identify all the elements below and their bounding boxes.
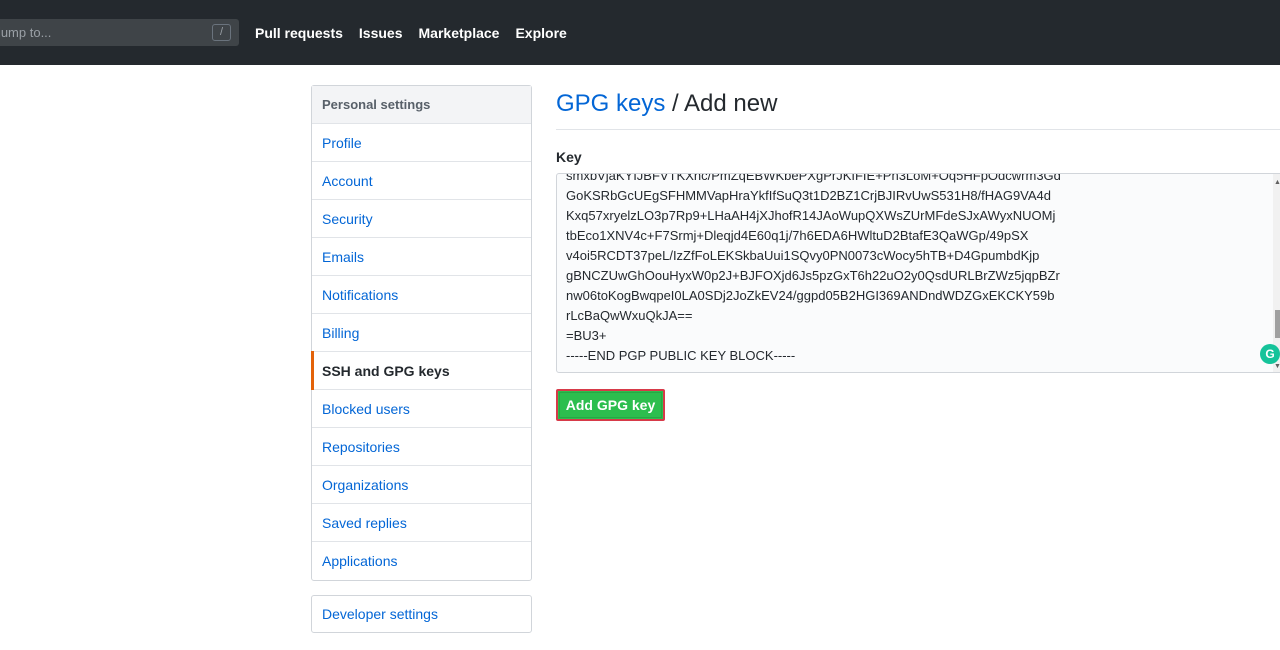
nav-explore[interactable]: Explore [515,25,566,41]
nav-marketplace[interactable]: Marketplace [419,25,500,41]
sidebar-item-emails[interactable]: Emails [312,238,531,276]
sidebar-item-developer-settings[interactable]: Developer settings [312,596,531,632]
key-label: Key [556,149,582,165]
settings-sidebar: Personal settings Profile Account Securi… [311,85,532,581]
nav-issues[interactable]: Issues [359,25,403,41]
key-textarea-content: smxbVjaKYIJBFVTKXnc/PmZqEBWKbePXgPrJKIFI… [566,173,1061,363]
sidebar-item-blocked-users[interactable]: Blocked users [312,390,531,428]
developer-settings-box: Developer settings [311,595,532,633]
sidebar-item-account[interactable]: Account [312,162,531,200]
sidebar-item-ssh-gpg-keys[interactable]: SSH and GPG keys [311,351,531,390]
sidebar-item-security[interactable]: Security [312,200,531,238]
search-placeholder: r jump to... [0,25,52,40]
scroll-thumb[interactable] [1275,310,1280,338]
top-header: r jump to... / Pull requests Issues Mark… [0,0,1280,65]
key-textarea[interactable]: smxbVjaKYIJBFVTKXnc/PmZqEBWKbePXgPrJKIFI… [556,173,1280,373]
page-title: GPG keys / Add new [556,90,777,118]
sidebar-item-organizations[interactable]: Organizations [312,466,531,504]
nav-pull-requests[interactable]: Pull requests [255,25,343,41]
search-input[interactable]: r jump to... / [0,19,239,46]
scroll-down-arrow-icon[interactable]: ▼ [1274,363,1280,370]
grammarly-icon[interactable]: G [1260,344,1280,364]
sidebar-heading: Personal settings [312,86,531,124]
breadcrumb-current: / Add new [665,90,778,117]
search-shortcut-badge: / [212,24,231,41]
scroll-up-arrow-icon[interactable]: ▲ [1274,179,1280,186]
header-nav: Pull requests Issues Marketplace Explore [255,0,583,65]
sidebar-item-repositories[interactable]: Repositories [312,428,531,466]
sidebar-item-applications[interactable]: Applications [312,542,531,580]
add-gpg-key-button[interactable]: Add GPG key [556,389,665,421]
sidebar-item-notifications[interactable]: Notifications [312,276,531,314]
breadcrumb-gpg-keys-link[interactable]: GPG keys [556,90,665,117]
sidebar-item-profile[interactable]: Profile [312,124,531,162]
sidebar-item-billing[interactable]: Billing [312,314,531,352]
title-divider [556,129,1280,130]
textarea-scrollbar[interactable] [1273,174,1280,372]
sidebar-item-saved-replies[interactable]: Saved replies [312,504,531,542]
